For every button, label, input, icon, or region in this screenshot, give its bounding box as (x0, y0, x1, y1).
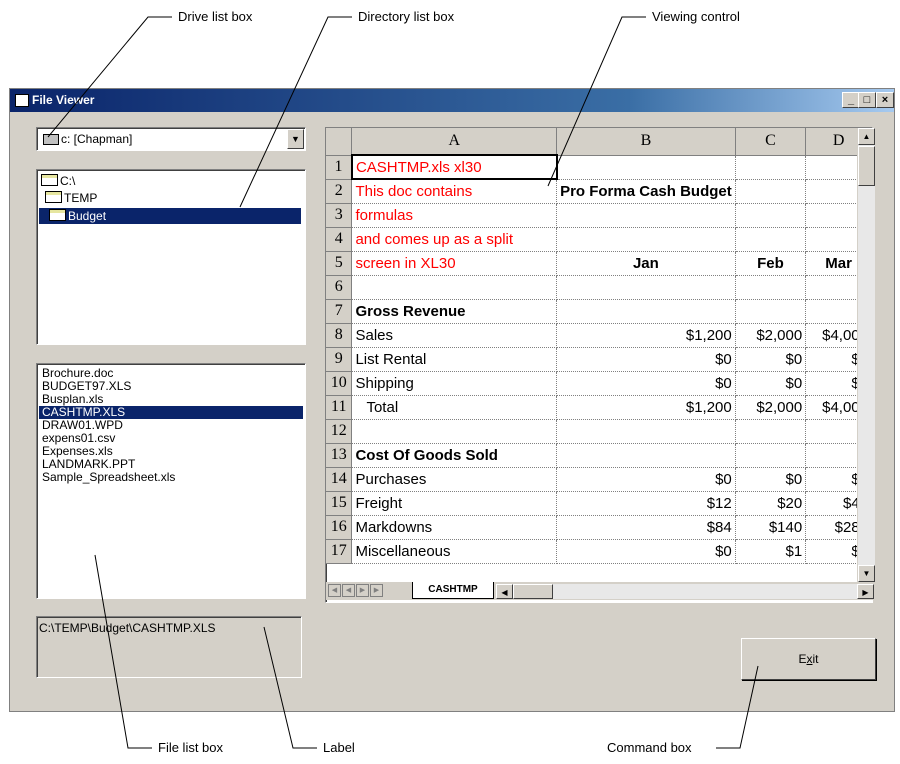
leader-label (263, 626, 317, 749)
leader-file-list-box (94, 554, 152, 749)
leader-drive-list-box (47, 16, 172, 138)
leader-command-box (716, 665, 759, 749)
leader-directory-list-box (239, 16, 352, 208)
leader-viewing-control (547, 16, 646, 187)
callout-leader-lines (47, 16, 759, 749)
